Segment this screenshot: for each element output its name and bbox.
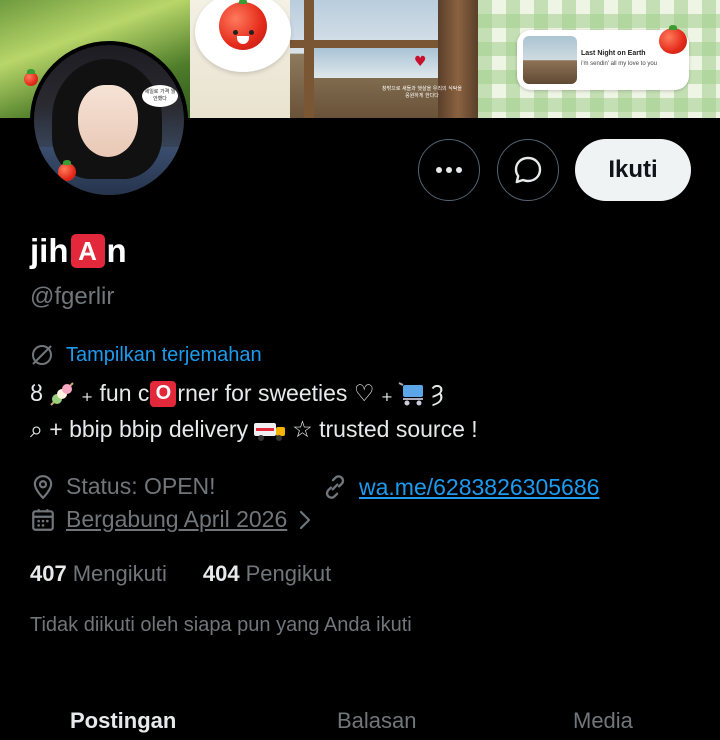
bio-line-2: ⌕ + bbip bbip delivery ☆ trusted source … [30, 416, 478, 443]
location-pin-icon [33, 474, 53, 499]
website-link[interactable]: wa.me/6283826305686 [359, 474, 599, 501]
bio-text-d: ☆ trusted source ! [292, 416, 478, 442]
bio-suffix: Ȝ [430, 380, 444, 406]
dango-emoji-icon [47, 381, 77, 407]
delivery-truck-icon [252, 417, 288, 443]
tomato-sticker [659, 25, 687, 54]
shopping-cart-icon [397, 381, 427, 407]
bio-text-b: rner for sweeties ♡ ₊ [177, 380, 393, 406]
profile-tabs: Postingan Balasan Media [0, 700, 720, 740]
following-link[interactable]: 407 Mengikuti [30, 561, 167, 587]
follow-button[interactable]: Ikuti [575, 139, 691, 201]
username-handle: @fgerlir [30, 283, 115, 310]
location-text: Status: OPEN! [66, 473, 216, 499]
tab-posts[interactable]: Postingan [70, 708, 176, 734]
banner-caption: 창밖으로 새들과 햇살을 우리의 식탁을 응원하게 한다다 [382, 86, 462, 99]
banner-window-photo: 창밖으로 새들과 햇살을 우리의 식탁을 응원하게 한다다 ♥ [290, 0, 478, 118]
bio-text-c: ⌕ + bbip bbip delivery [30, 416, 249, 442]
display-name: jih A n [30, 232, 127, 270]
join-date-text: Bergabung April 2026 [66, 506, 288, 532]
bio-text-a: ₊ fun c [81, 380, 150, 406]
tomato-face-sticker [219, 0, 267, 50]
heart-sticker: ♥ [414, 54, 427, 70]
tomato-sticker [58, 160, 76, 181]
chevron-right-icon [300, 510, 311, 529]
music-thumbnail [523, 36, 577, 84]
music-subtitle: i'm sendin' all my love to you [581, 61, 657, 67]
message-bubble-icon [514, 156, 542, 184]
window-sky [314, 48, 454, 78]
followed-by-note: Tidak diikuti oleh siapa pun yang Anda i… [30, 614, 412, 636]
avatar-speech-bubble: 세일로 가격 뭘 안했다 [142, 85, 178, 107]
more-horizontal-icon [436, 167, 462, 173]
display-name-end: n [106, 232, 127, 269]
curtain [438, 0, 478, 118]
tab-media[interactable]: Media [573, 708, 633, 734]
translate-link[interactable]: Tampilkan terjemahan [30, 343, 262, 367]
message-button[interactable] [497, 139, 559, 201]
calendar-icon [32, 508, 54, 531]
bio-prefix: ȣ [30, 380, 44, 406]
tomato-sticker [24, 69, 38, 86]
translate-label: Tampilkan terjemahan [66, 343, 262, 366]
avatar[interactable]: 세일로 가격 뭘 안했다 [30, 41, 188, 199]
music-title: Last Night on Earth [581, 50, 646, 57]
avatar-face [78, 85, 138, 157]
globe-translate-icon [32, 345, 52, 365]
display-name-start: jih [30, 232, 69, 269]
followers-label: Pengikut [245, 561, 332, 586]
followers-count: 404 [202, 561, 240, 586]
location-row: Status: OPEN! [30, 473, 216, 500]
bio-letter-badge: O [150, 380, 177, 407]
display-name-letter-badge: A [70, 234, 105, 268]
follow-stats: 407 Mengikuti 404 Pengikut [30, 561, 367, 587]
tab-replies[interactable]: Balasan [337, 708, 417, 734]
more-button[interactable] [418, 139, 480, 201]
following-label: Mengikuti [72, 561, 167, 586]
bio-line-1: ȣ ₊ fun c O rner for sweeties ♡ ₊ Ȝ [30, 380, 444, 407]
link-icon [325, 475, 345, 499]
following-count: 407 [30, 561, 67, 586]
website-row[interactable]: wa.me/6283826305686 [321, 473, 599, 501]
followers-link[interactable]: 404 Pengikut [203, 561, 331, 587]
join-date-row[interactable]: Bergabung April 2026 [30, 506, 315, 533]
